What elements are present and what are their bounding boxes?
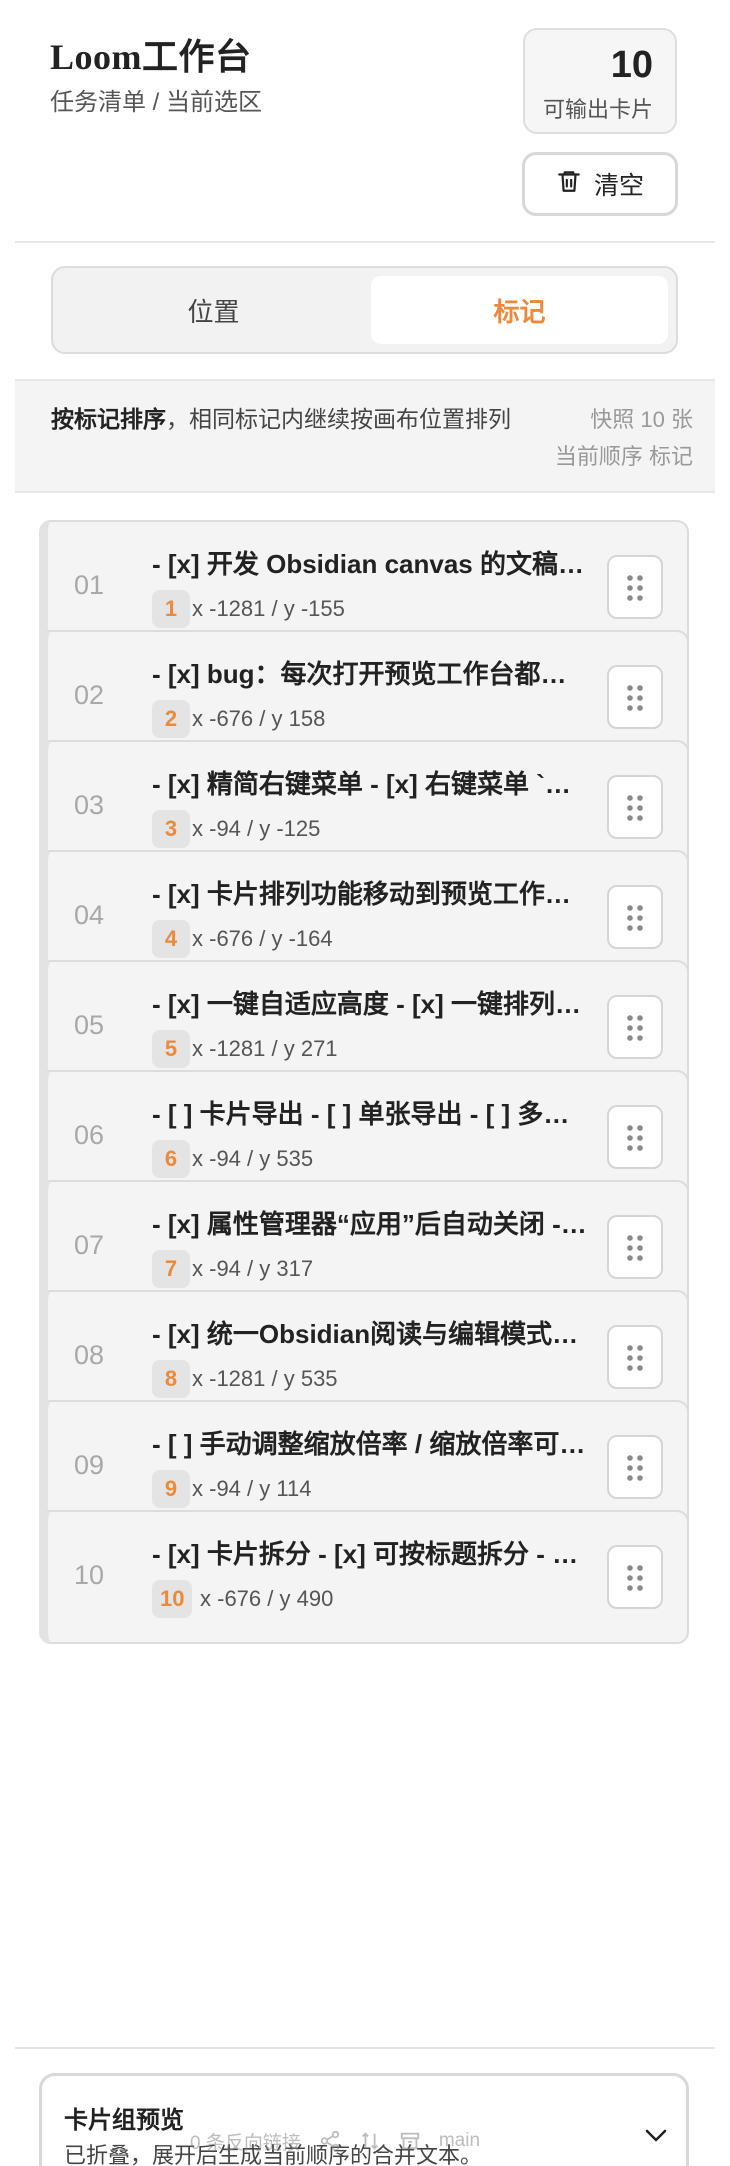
marker-badge: 10 (152, 1580, 193, 1618)
grip-icon (627, 1125, 643, 1151)
divider (15, 241, 715, 243)
grip-icon (627, 575, 643, 601)
preview-title: 卡片组预览 (64, 2107, 184, 2134)
card-coordinates: x -94 / y 535 (192, 1146, 314, 1171)
clear-button-label: 清空 (593, 172, 644, 200)
card-title: - [x] 统一Obsidian阅读与编辑模式… (152, 1319, 579, 1349)
card-coordinates: x -676 / y 490 (200, 1586, 334, 1611)
card-title: - [x] 卡片拆分 - [x] 可按标题拆分 - … (152, 1539, 579, 1569)
marker-badge: 5 (152, 1030, 190, 1068)
grip-icon (627, 1455, 643, 1481)
card-title: - [x] 一键自适应高度 - [x] 一键排列… (152, 989, 581, 1019)
sort-description: 按标记排序，相同标记内继续按画布位置排列 (51, 401, 531, 438)
card-coordinates: x -1281 / y 271 (192, 1036, 338, 1061)
app-subtitle: 任务清单 / 当前选区 (50, 89, 263, 116)
branch-label[interactable]: main (439, 2130, 480, 2152)
marker-badge: 8 (152, 1360, 190, 1398)
clear-button[interactable]: 清空 (522, 152, 678, 216)
marker-badge: 2 (152, 700, 190, 738)
marker-badge: 9 (152, 1470, 190, 1508)
card-title: - [ ] 手动调整缩放倍率 / 缩放倍率可… (152, 1429, 586, 1459)
share-icon[interactable] (319, 2130, 341, 2152)
grip-icon (627, 795, 643, 821)
backlinks-count[interactable]: 0 条反向链接 (190, 2128, 301, 2155)
drag-handle[interactable] (607, 775, 663, 839)
card-index: 03 (74, 790, 105, 820)
card-index: 04 (74, 900, 105, 930)
snapshot-count: 快照 10 张 (590, 407, 693, 432)
card-index: 10 (74, 1560, 105, 1590)
card-index: 01 (74, 570, 105, 600)
drag-handle[interactable] (607, 885, 663, 949)
sort-meta: 快照 10 张 当前顺序 标记 (555, 401, 693, 475)
card-count-label: 可输出卡片 (542, 97, 653, 122)
card-title: - [ ] 卡片导出 - [ ] 单张导出 - [ ] 多… (152, 1099, 570, 1129)
sort-description-rest: ，相同标记内继续按画布位置排列 (166, 406, 511, 432)
card-title: - [x] bug：每次打开预览工作台都… (152, 659, 567, 689)
tab-position[interactable]: 位置 (65, 276, 362, 344)
drag-handle[interactable] (607, 1435, 663, 1499)
drag-handle[interactable] (607, 1215, 663, 1279)
grip-icon (627, 1015, 643, 1041)
card-coordinates: x -1281 / y 535 (192, 1366, 338, 1391)
archive-icon[interactable] (399, 2130, 421, 2152)
card-index: 06 (74, 1120, 105, 1150)
grip-icon (627, 905, 643, 931)
drag-handle[interactable] (607, 1545, 663, 1609)
grip-icon (627, 685, 643, 711)
drag-handle[interactable] (607, 1325, 663, 1389)
card-index: 02 (74, 680, 105, 710)
divider (15, 2047, 715, 2049)
marker-badge: 6 (152, 1140, 190, 1178)
sort-description-strong: 按标记排序 (51, 406, 166, 432)
header: Loom工作台 任务清单 / 当前选区 10 可输出卡片 清空 (0, 0, 730, 240)
drag-handle[interactable] (607, 995, 663, 1059)
card-coordinates: x -94 / y -125 (192, 816, 321, 841)
marker-badge: 1 (152, 590, 190, 628)
current-order: 当前顺序 标记 (554, 444, 693, 469)
app-title: Loom工作台 (50, 37, 252, 77)
drag-handle[interactable] (607, 665, 663, 729)
card-index: 07 (74, 1230, 105, 1260)
card-coordinates: x -94 / y 317 (192, 1256, 314, 1281)
grip-icon (627, 1235, 643, 1261)
card-index: 08 (74, 1340, 105, 1370)
grip-icon (627, 1345, 643, 1371)
marker-badge: 4 (152, 920, 190, 958)
chevron-down-icon[interactable] (641, 2124, 671, 2148)
tab-marker[interactable]: 标记 (371, 276, 668, 344)
sort-icon[interactable] (359, 2130, 381, 2152)
card-index: 09 (74, 1450, 105, 1480)
card-count: 10 (610, 44, 653, 86)
card-title: - [x] 精简右键菜单 - [x] 右键菜单 `… (152, 769, 571, 799)
grip-icon (627, 1565, 643, 1591)
card-coordinates: x -676 / y 158 (192, 706, 326, 731)
card-item[interactable]: 10 - [x] 卡片拆分 - [x] 可按标题拆分 - … 10 x -676 / … (39, 1510, 689, 1644)
marker-badge: 7 (152, 1250, 190, 1288)
drag-handle[interactable] (607, 555, 663, 619)
trash-icon (556, 168, 582, 201)
card-coordinates: x -1281 / y -155 (192, 596, 345, 621)
marker-badge: 3 (152, 810, 190, 848)
card-coordinates: x -676 / y -164 (192, 926, 333, 951)
card-count-panel: 10 可输出卡片 (523, 28, 677, 134)
card-title: - [x] 卡片排列功能移动到预览工作… (152, 879, 571, 909)
card-title: - [x] 开发 Obsidian canvas 的文稿… (152, 549, 584, 579)
card-title: - [x] 属性管理器“应用”后自动关闭 -… (152, 1209, 587, 1239)
card-coordinates: x -94 / y 114 (192, 1476, 312, 1501)
sort-info-bar: 按标记排序，相同标记内继续按画布位置排列 快照 10 张 当前顺序 标记 (15, 379, 715, 493)
status-bar: 0 条反向链接 main (190, 2124, 480, 2158)
drag-handle[interactable] (607, 1105, 663, 1169)
sort-mode-toggle: 位置 标记 (51, 266, 678, 354)
card-index: 05 (74, 1010, 105, 1040)
